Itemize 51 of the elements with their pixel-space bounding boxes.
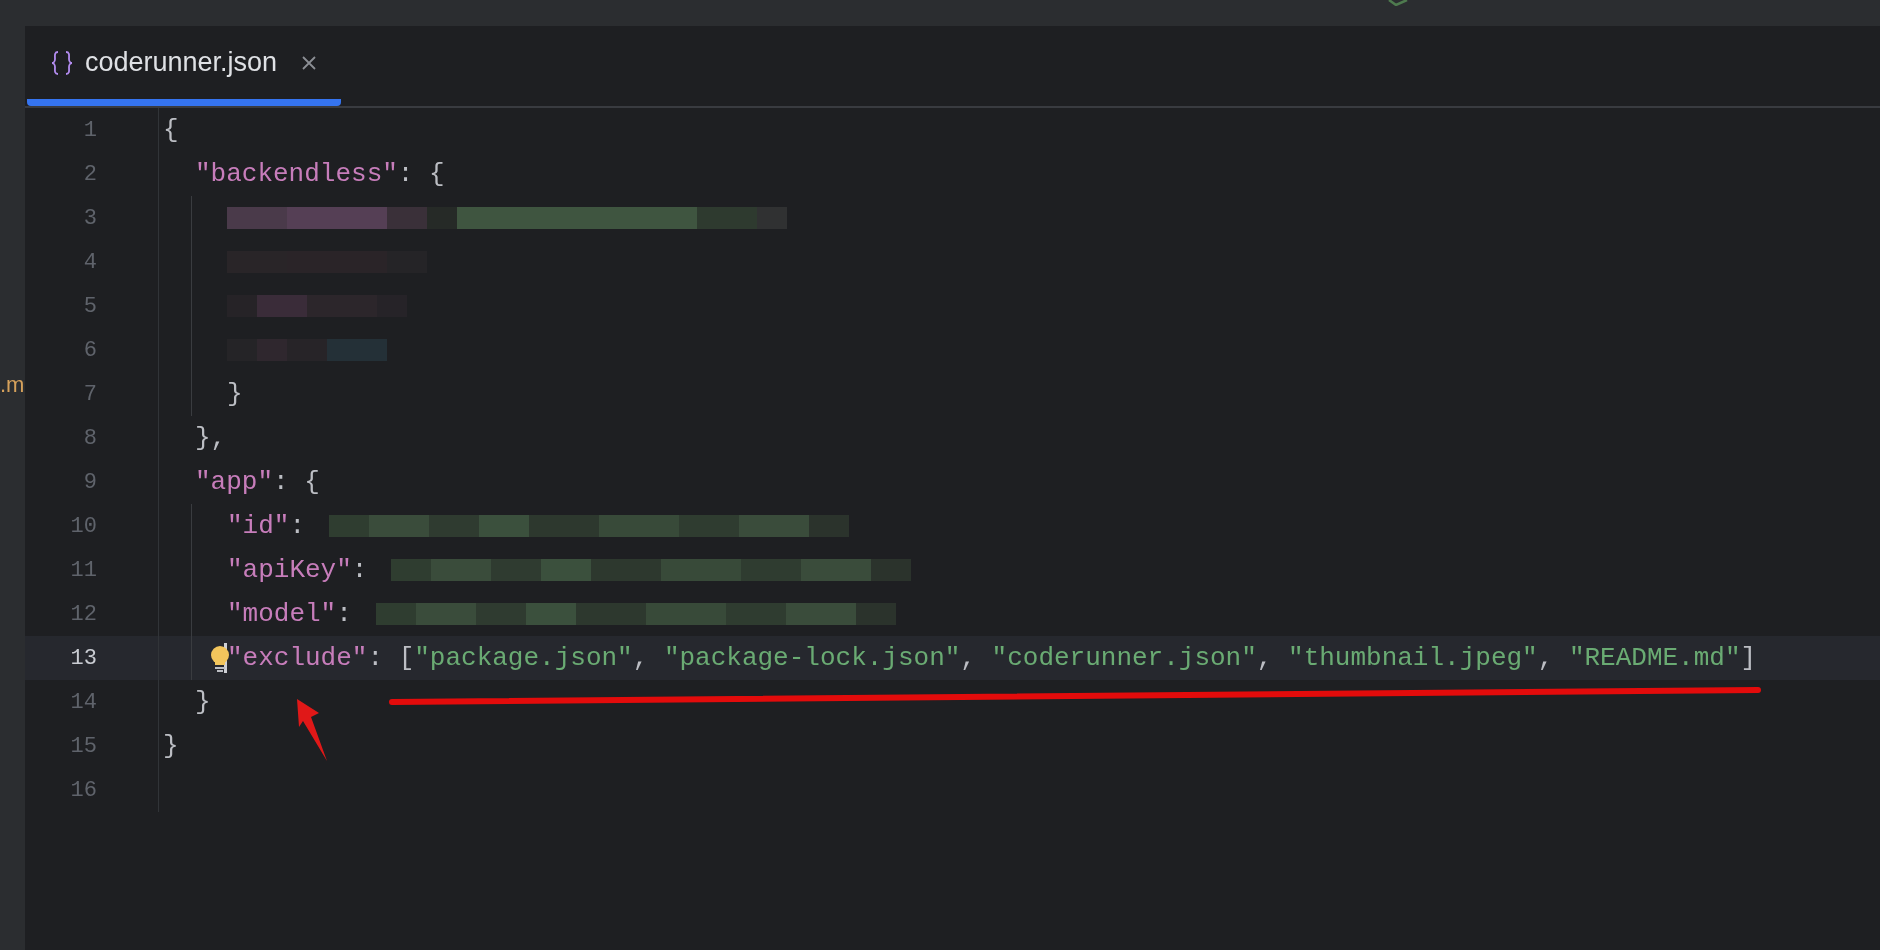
json-key: "exclude" — [227, 638, 368, 678]
json-key: "backendless" — [195, 154, 398, 194]
line-number: 1 — [82, 116, 97, 145]
json-punctuation: }, — [195, 421, 227, 455]
tab-label: coderunner.json — [85, 46, 278, 80]
json-punctuation: : { — [273, 465, 320, 499]
json-key: "app" — [195, 462, 273, 502]
json-punctuation: } — [163, 729, 179, 763]
line-number: 10 — [69, 512, 97, 541]
text-caret — [224, 643, 227, 673]
json-key: "apiKey" — [227, 550, 352, 590]
lightbulb-icon[interactable] — [209, 645, 231, 673]
json-punctuation: , — [960, 641, 977, 675]
json-punctuation: : — [289, 509, 306, 543]
line-number: 13 — [69, 644, 97, 673]
line-number: 5 — [82, 292, 97, 321]
json-string: "thumbnail.jpeg" — [1288, 641, 1538, 675]
json-key: "model" — [227, 594, 337, 634]
line-number: 11 — [69, 556, 97, 585]
line-number: 7 — [82, 380, 97, 409]
json-string: "package.json" — [414, 641, 633, 675]
json-punctuation: , — [1537, 641, 1555, 675]
json-punctuation: : [ — [367, 641, 415, 675]
check-icon — [1388, 0, 1408, 6]
json-punctuation: , — [632, 641, 650, 675]
json-string: "package-lock.json" — [663, 641, 961, 675]
line-number: 16 — [69, 776, 97, 805]
line-number: 4 — [82, 248, 97, 277]
line-number: 2 — [82, 160, 97, 189]
json-punctuation: : — [351, 553, 368, 587]
file-tab[interactable]: coderunner.json — [27, 26, 342, 106]
json-punctuation: : { — [397, 157, 445, 191]
json-string: "coderunner.json" — [991, 641, 1257, 675]
braces-icon — [51, 49, 73, 76]
json-punctuation: , — [1256, 641, 1274, 675]
close-icon[interactable] — [301, 54, 318, 71]
json-key: "id" — [227, 506, 290, 546]
json-punctuation: } — [195, 685, 211, 719]
json-punctuation: ] — [1740, 641, 1757, 675]
line-number: 6 — [82, 336, 97, 365]
line-number: 9 — [82, 468, 97, 497]
json-punctuation: } — [227, 377, 243, 411]
json-punctuation: : — [336, 597, 352, 631]
json-punctuation: { — [163, 113, 179, 147]
json-string: "README.md" — [1568, 641, 1741, 675]
line-number: 14 — [69, 688, 97, 717]
line-number: 12 — [69, 600, 97, 629]
file-name-fragment: .m — [0, 371, 25, 399]
line-number: 8 — [82, 424, 97, 453]
line-number: 15 — [69, 732, 97, 761]
line-number: 3 — [82, 204, 97, 233]
